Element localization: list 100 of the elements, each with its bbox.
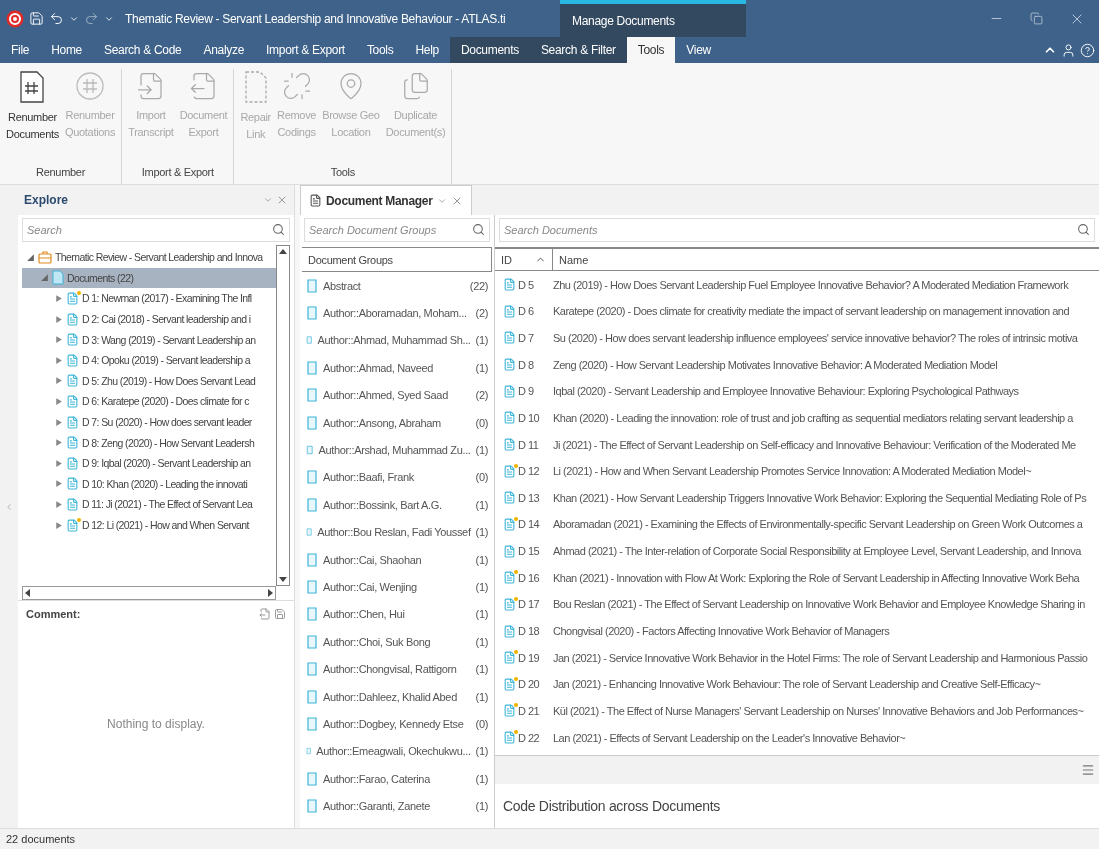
- group-item[interactable]: Author::Farao, Caterina (1): [300, 765, 494, 793]
- group-icon: [306, 662, 318, 677]
- expand-arrow-icon[interactable]: [54, 417, 63, 427]
- group-item[interactable]: Author::Ansong, Abraham (0): [300, 408, 494, 437]
- expand-arrow-icon[interactable]: [54, 499, 63, 509]
- table-cell: D 22: [495, 731, 553, 745]
- pane-title: Explore: [24, 193, 68, 207]
- table-cell: D 5: [495, 278, 553, 292]
- group-item[interactable]: Author::Arshad, Muhammad Zu... (1): [300, 436, 494, 464]
- tree-item[interactable]: D 2: Cai (2018) - Servant leadership and i: [22, 308, 276, 330]
- ribbon-tab[interactable]: Tools: [626, 37, 676, 63]
- group-item[interactable]: Author::Cai, Wenjing (1): [300, 573, 494, 601]
- expand-arrow-icon[interactable]: [54, 335, 63, 345]
- ribbon-tab[interactable]: Documents: [449, 37, 530, 63]
- menu-icon[interactable]: [1081, 763, 1095, 777]
- search-field[interactable]: Search Documents: [499, 218, 1095, 242]
- table-cell: D 19: [495, 651, 553, 665]
- open-editor-icon[interactable]: [259, 608, 271, 620]
- collapse-arrow-icon[interactable]: [26, 252, 35, 262]
- tree-item[interactable]: D 10: Khan (2020) - Leading the innovati: [22, 473, 276, 495]
- group-item[interactable]: Author::Ahmad, Muhammad Sh... (1): [300, 326, 494, 355]
- menu-tab[interactable]: Help: [404, 37, 450, 63]
- tree-item[interactable]: D 11: Ji (2021) - The Effect of Servant Lea: [22, 494, 276, 515]
- table-cell: Zeng (2020) - How Servant Leadership Motivates Innovative Behavior: A Moderated Mediation Model: [553, 358, 998, 371]
- expand-arrow-icon[interactable]: [54, 438, 63, 448]
- ribbon-tab[interactable]: Search & Filter: [529, 37, 627, 63]
- expand-arrow-icon[interactable]: [54, 458, 63, 468]
- group-item[interactable]: Author::Baafi, Frank (0): [300, 463, 494, 492]
- group-item[interactable]: Author::Ahmad, Naveed (1): [300, 354, 494, 382]
- chart-title: Code Distribution across Documents: [502, 797, 721, 817]
- save-icon[interactable]: [274, 608, 286, 620]
- expand-arrow-icon[interactable]: [54, 294, 63, 303]
- search-icon: [272, 223, 285, 236]
- group-item[interactable]: Abstract (22): [300, 272, 494, 300]
- group-item[interactable]: Author::Garanti, Zanete (1): [300, 792, 494, 820]
- tree-item[interactable]: D 3: Wang (2019) - Servant Leadership an: [22, 329, 276, 350]
- table-cell: Khan (2021) - How Servant Leadership Triggers Innovative Work Behavior: Exploring the Sequential Mediating Role of Ps: [553, 491, 1087, 504]
- column-header[interactable]: Name: [553, 249, 595, 271]
- scroll-right-icon[interactable]: [265, 588, 275, 598]
- undo-icon[interactable]: [49, 11, 64, 26]
- scroll-left-icon[interactable]: [23, 588, 33, 598]
- expand-arrow-icon[interactable]: [54, 396, 63, 406]
- group-item[interactable]: Author::Choi, Suk Bong (1): [300, 628, 494, 656]
- group-item[interactable]: Author::Aboramadan, Moham... (2): [300, 299, 494, 327]
- tree-item[interactable]: D 8: Zeng (2020) - How Servant Leadersh: [22, 432, 276, 453]
- group-item[interactable]: Author::Chen, Hui (1): [300, 600, 494, 629]
- group-item[interactable]: Author::Cai, Shaohan (1): [300, 545, 494, 574]
- search-field[interactable]: Search Document Groups: [304, 218, 490, 242]
- tree-item[interactable]: D 9: Iqbal (2020) - Servant Leadership an: [22, 452, 276, 474]
- tree-item[interactable]: D 5: Zhu (2019) - How Does Servant Lead: [22, 370, 276, 392]
- ribbon-group-label: Renumber: [36, 165, 86, 180]
- search-field[interactable]: Search: [22, 218, 290, 242]
- app-logo-icon: [6, 9, 24, 28]
- document-manager-tab[interactable]: Document Manager: [300, 185, 472, 215]
- horizontal-scrollbar[interactable]: [22, 586, 276, 600]
- ribbon-button[interactable]: Renumber Documents: [3, 69, 62, 162]
- tree-item[interactable]: D 7: Su (2020) - How does servant leader: [22, 411, 276, 433]
- menu-tab[interactable]: Search & Code: [92, 37, 193, 63]
- group-icon: [306, 607, 318, 622]
- group-item[interactable]: Author::Ahmed, Syed Saad (2): [300, 381, 494, 409]
- tree-item[interactable]: D 6: Karatepe (2020) - Does climate for c: [22, 391, 276, 412]
- help-icon[interactable]: [1080, 42, 1095, 58]
- expand-arrow-icon[interactable]: [54, 376, 63, 386]
- tree-item[interactable]: D 12: Li (2021) - How and When Servant: [22, 514, 276, 536]
- expand-arrow-icon[interactable]: [54, 355, 63, 365]
- table-cell: D 21: [495, 704, 553, 718]
- table-cell: Li (2021) - How and When Servant Leadership Promotes Service Innovation: A Moderated Mediation Model~: [553, 465, 1032, 478]
- user-icon[interactable]: [1061, 42, 1076, 58]
- menu-tab[interactable]: Home: [40, 37, 93, 63]
- documents-folder-icon: [52, 270, 64, 286]
- table-cell: D 18: [495, 624, 553, 638]
- group-item[interactable]: Author::Bou Reslan, Fadi Youssef (1): [300, 518, 494, 546]
- ribbon-tab[interactable]: View: [675, 37, 722, 63]
- group-item[interactable]: Author::Bossink, Bart A.G. (1): [300, 491, 494, 519]
- group-item[interactable]: Author::Emeagwali, Okechukwu... (1): [300, 737, 494, 766]
- vertical-scrollbar[interactable]: [276, 245, 290, 586]
- expand-arrow-icon[interactable]: [54, 479, 63, 489]
- collapse-arrow-icon[interactable]: [40, 273, 49, 283]
- group-item[interactable]: Author::Dogbey, Kennedy Etse (0): [300, 710, 494, 738]
- tree-item[interactable]: D 1: Newman (2017) - Examining The Infl: [22, 288, 276, 309]
- expand-arrow-icon[interactable]: [54, 520, 63, 530]
- close-icon[interactable]: [276, 194, 288, 206]
- expand-arrow-icon[interactable]: [54, 314, 63, 324]
- restore-icon[interactable]: [1030, 12, 1043, 25]
- table-cell: Lan (2021) - Effects of Servant Leadership on the Leader's Innovative Behavior~: [553, 731, 906, 744]
- redo-icon[interactable]: [84, 11, 99, 26]
- menu-tab[interactable]: Import & Export: [255, 37, 356, 63]
- group-icon: [306, 470, 318, 485]
- tree-item[interactable]: Documents (22): [22, 267, 276, 289]
- tree-item[interactable]: Thematic Review - Servant Leadership and Innova: [22, 247, 276, 268]
- column-header[interactable]: ID: [495, 249, 553, 271]
- menu-tab[interactable]: Tools: [355, 37, 405, 63]
- column-header: Document Groups: [302, 247, 492, 272]
- group-item[interactable]: Author::Chongvisal, Rattigorn (1): [300, 655, 494, 683]
- menu-tab[interactable]: File: [0, 37, 41, 63]
- menu-tab[interactable]: Analyze: [192, 37, 256, 63]
- search-icon: [1077, 223, 1090, 236]
- group-item[interactable]: Author::Dahleez, Khalid Abed (1): [300, 682, 494, 711]
- table-cell: D 13: [495, 491, 553, 505]
- tree-item[interactable]: D 4: Opoku (2019) - Servant leadership a: [22, 349, 276, 371]
